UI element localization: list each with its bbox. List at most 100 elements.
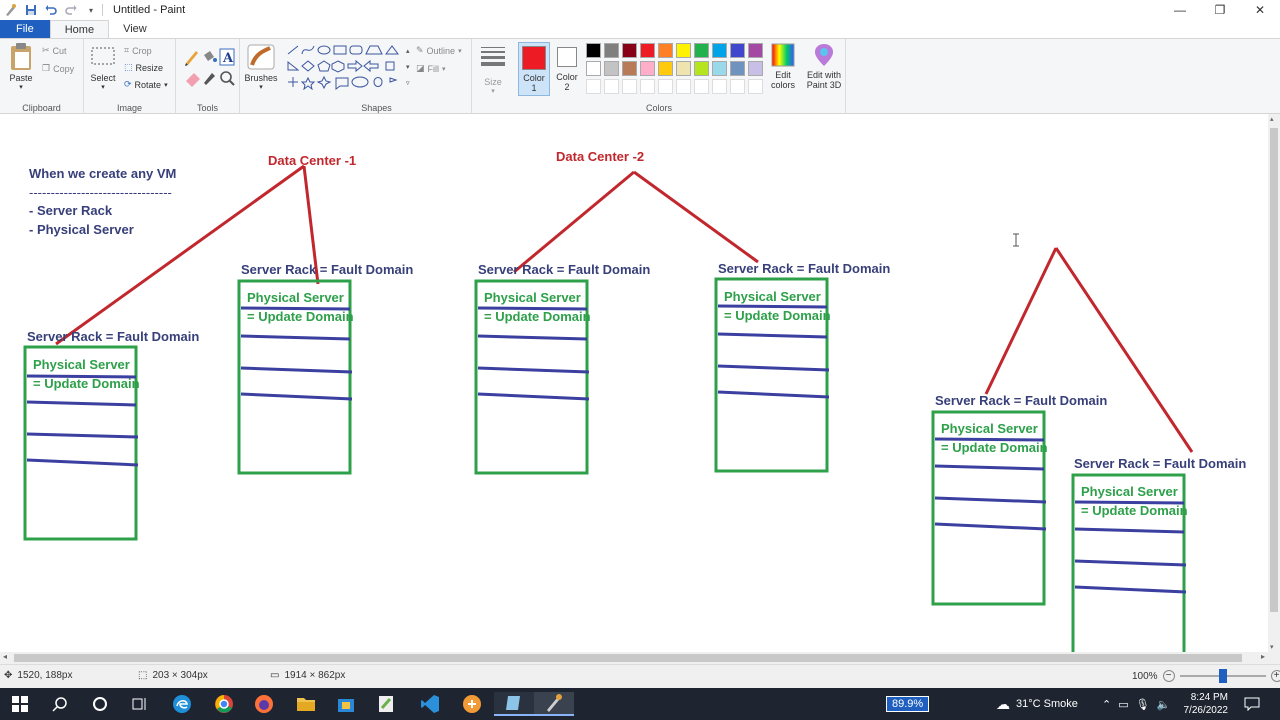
palette-swatch[interactable] [622,79,637,94]
zoom-out-button[interactable]: − [1162,670,1175,682]
palette-swatch[interactable] [586,79,601,94]
horizontal-scrollbar[interactable]: ◂ ▸ [0,652,1268,664]
color1-button[interactable]: Color 1 [518,42,550,96]
palette-swatch[interactable] [658,79,673,94]
edit-colors-button[interactable]: Edit colors [766,42,800,90]
rotate-button[interactable]: ⟳ Rotate ▾ [124,79,168,90]
show-hidden-icons-chevron-icon[interactable]: ⌃ [1102,698,1111,711]
taskbar-store[interactable] [326,692,366,716]
color2-button[interactable]: Color 2 [552,42,582,96]
tab-view[interactable]: View [109,20,161,38]
palette-swatch[interactable] [586,43,601,58]
outline-button[interactable]: ✎ Outline ▾ [416,45,462,56]
palette-swatch[interactable] [748,61,763,76]
volume-icon[interactable]: 🔈 [1157,698,1171,711]
weather-widget[interactable]: ☁ 31°C Smoke [996,688,1078,720]
palette-swatch[interactable] [676,61,691,76]
scroll-left-icon[interactable]: ◂ [3,652,7,661]
palette-swatch[interactable] [694,79,709,94]
palette-swatch[interactable] [604,79,619,94]
search-button[interactable] [40,692,80,716]
shapes-scroll-down-icon[interactable]: ▾ [406,63,410,71]
scroll-down-icon[interactable]: ▾ [1270,643,1274,651]
select-chevron-icon[interactable]: ▾ [88,83,118,93]
zoom-slider-thumb[interactable] [1218,669,1227,683]
palette-swatch[interactable] [712,79,727,94]
horizontal-scroll-thumb[interactable] [14,654,1242,662]
taskbar-paint[interactable] [534,692,574,716]
palette-swatch[interactable] [676,79,691,94]
select-button[interactable]: Select ▾ [88,45,118,93]
palette-swatch[interactable] [604,43,619,58]
vertical-scroll-thumb[interactable] [1270,128,1278,612]
battery-percentage[interactable]: 89.9% [886,688,930,720]
scroll-right-icon[interactable]: ▸ [1261,652,1265,661]
resize-button[interactable]: ⬚ Resize [124,62,163,73]
paste-chevron-icon[interactable]: ▾ [6,83,36,93]
taskbar-notepad-plus[interactable] [366,692,406,716]
paste-icon [11,43,31,70]
palette-swatch[interactable] [586,61,601,76]
taskbar-app-orange[interactable] [452,692,492,716]
palette-swatch[interactable] [622,61,637,76]
maximize-button[interactable]: ❐ [1200,0,1240,20]
task-view-button[interactable] [120,692,160,716]
scroll-up-icon[interactable]: ▴ [1270,115,1274,123]
palette-swatch[interactable] [676,43,691,58]
save-icon[interactable] [24,3,38,17]
shapes-group-label: Shapes [361,103,392,113]
palette-swatch[interactable] [694,43,709,58]
close-button[interactable]: ✕ [1240,0,1280,20]
vertical-scrollbar[interactable]: ▴ ▾ [1268,114,1280,652]
taskbar-notes[interactable] [494,692,534,716]
minimize-button[interactable]: — [1160,0,1200,20]
palette-swatch[interactable] [640,43,655,58]
fill-bucket-icon [204,51,217,62]
palette-swatch[interactable] [730,43,745,58]
drawing-canvas[interactable]: When we create any VM ------------------… [0,114,1268,652]
palette-swatch[interactable] [640,61,655,76]
palette-swatch[interactable] [712,43,727,58]
battery-icon[interactable]: ▭ [1118,698,1128,711]
redo-icon[interactable] [64,3,78,17]
cut-button[interactable]: ✂ Cut [42,45,67,56]
undo-icon[interactable] [44,3,58,17]
microphone-icon[interactable]: 🎙 [1136,698,1150,711]
notifications-button[interactable] [1244,688,1260,720]
palette-swatch[interactable] [748,79,763,94]
brushes-chevron-icon[interactable]: ▾ [244,83,278,93]
customize-toolbar-chevron-icon[interactable]: ▾ [84,3,98,17]
taskbar-chrome[interactable] [204,692,244,716]
palette-swatch[interactable] [730,61,745,76]
palette-swatch[interactable] [640,79,655,94]
shapes-more-icon[interactable]: ▿ [406,79,410,87]
taskbar-edge[interactable] [162,692,202,716]
zoom-in-button[interactable]: + [1270,670,1280,682]
cortana-button[interactable] [80,692,120,716]
clock[interactable]: 8:24 PM 7/26/2022 [1180,688,1229,720]
palette-swatch[interactable] [730,79,745,94]
palette-swatch[interactable] [604,61,619,76]
taskbar-firefox[interactable] [244,692,284,716]
palette-swatch[interactable] [748,43,763,58]
tab-file[interactable]: File [0,20,50,38]
start-button[interactable] [0,692,40,716]
shapes-scroll-up-icon[interactable]: ▴ [406,47,410,55]
palette-swatch[interactable] [694,61,709,76]
tab-home[interactable]: Home [49,20,110,38]
copy-button[interactable]: ❐ Copy [42,63,74,74]
palette-swatch[interactable] [658,43,673,58]
taskbar-file-explorer[interactable] [286,692,326,716]
paste-button[interactable]: Paste ▾ [6,43,36,93]
crop-button[interactable]: ⌗ Crop [124,45,152,56]
edit-with-paint3d-button[interactable]: Edit with Paint 3D [802,42,846,90]
palette-swatch[interactable] [622,43,637,58]
taskbar-vscode[interactable] [410,692,450,716]
size-button[interactable]: Size ▾ [476,45,510,97]
shapes-gallery[interactable] [286,44,408,90]
brushes-button[interactable]: Brushes ▾ [244,43,278,93]
fill-button[interactable]: ◪ Fill ▾ [416,63,446,74]
palette-swatch[interactable] [712,61,727,76]
zoom-slider[interactable] [1179,669,1266,683]
palette-swatch[interactable] [658,61,673,76]
